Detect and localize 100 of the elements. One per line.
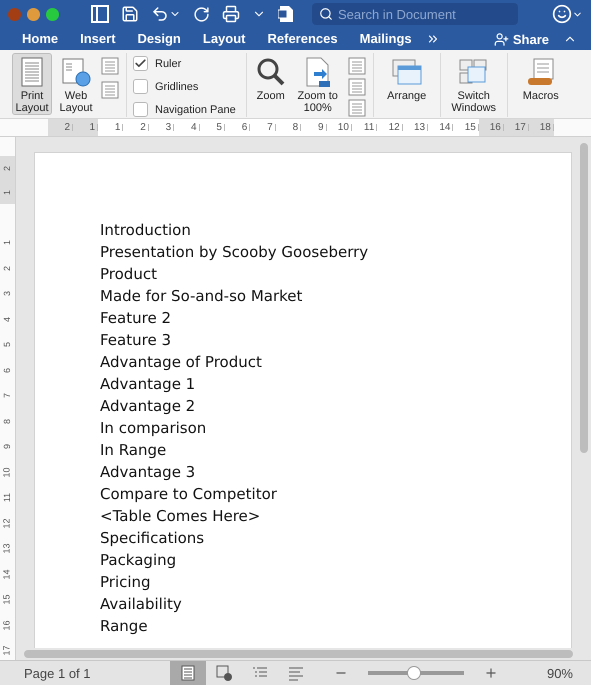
document-line: Availability — [100, 594, 183, 615]
ruler-number: 14 — [1, 568, 13, 582]
view-button[interactable]: Print Layout — [12, 53, 52, 115]
ribbon-tab[interactable]: Home — [14, 28, 66, 50]
ruler-number: 9 — [1, 443, 13, 452]
smiley-icon[interactable] — [552, 4, 572, 24]
share-button[interactable]: Share — [494, 32, 549, 46]
ribbon-tab[interactable]: Insert — [72, 28, 124, 50]
ruler-number: 5 — [200, 124, 225, 131]
checkbox-label[interactable]: Ruler — [133, 55, 236, 72]
ribbon-tab[interactable]: Mailings — [352, 28, 420, 50]
view-button[interactable]: Web Layout — [56, 53, 96, 115]
view-button[interactable] — [170, 661, 206, 685]
ruler-number: 4 — [1, 316, 13, 324]
document-line: Introduction — [100, 220, 192, 241]
document-line: Presentation by Scooby Gooseberry — [100, 242, 370, 263]
ruler-number: 3 — [1, 290, 13, 298]
ruler-number: 16 — [478, 124, 504, 131]
ruler-number: 17 — [1, 644, 13, 658]
ruler-number: 1 — [1, 239, 13, 248]
document-line: Pricing — [100, 572, 152, 593]
ruler-number: 11 — [352, 124, 378, 131]
save-icon[interactable] — [121, 5, 139, 23]
web-page-icon — [216, 665, 232, 681]
ribbon-button[interactable]: Switch Windows — [446, 53, 501, 115]
page-width-icon[interactable] — [346, 99, 367, 117]
document-line: Feature 3 — [100, 330, 172, 351]
document-line: Advantage 3 — [100, 462, 196, 483]
ruler-number: 10 — [326, 124, 352, 131]
ruler-number: 15 — [1, 594, 13, 607]
ruler-number: 18 — [528, 124, 554, 131]
document-icon[interactable] — [278, 5, 294, 23]
ruler-number: 1 — [98, 124, 124, 131]
ruler-number: 9 — [301, 124, 327, 131]
ruler-number: 16 — [1, 619, 13, 632]
checkbox[interactable] — [133, 102, 148, 117]
checkbox[interactable] — [133, 79, 148, 94]
document-line: Advantage 2 — [100, 396, 196, 417]
document-line: Specifications — [100, 528, 206, 549]
redo-icon[interactable] — [193, 6, 210, 22]
zoom-percent: 90% — [546, 666, 573, 680]
ruler-number: 1 — [1, 188, 13, 196]
document-line: Product — [100, 264, 158, 285]
ribbon-tab[interactable]: Layout — [194, 28, 254, 50]
document-line: Made for So-and-so Market — [100, 286, 304, 307]
ruler-number: 13 — [402, 124, 428, 131]
document-line: In comparison — [100, 418, 208, 439]
document-line: <Table Comes Here> — [100, 506, 262, 527]
sidebar-icon[interactable] — [91, 5, 109, 23]
document-line: Packaging — [100, 550, 178, 571]
ruler-number: 6 — [1, 366, 13, 375]
ruler-number: 6 — [224, 124, 250, 131]
ruler-number: 14 — [428, 124, 454, 131]
print-icon[interactable] — [222, 5, 240, 23]
zoom-button[interactable]: Zoom to 100% — [292, 53, 343, 115]
undo-icon[interactable] — [151, 5, 169, 23]
ribbon-button[interactable]: Arrange — [380, 53, 434, 103]
web-page-icon — [60, 56, 92, 88]
multiple-pages-icon[interactable] — [346, 78, 367, 96]
ruler-number: 2 — [1, 164, 13, 172]
zoom-button[interactable]: Zoom — [252, 53, 289, 103]
outline-icon[interactable] — [100, 57, 120, 75]
window-control[interactable] — [27, 8, 40, 20]
search-icon — [319, 7, 333, 21]
ruler-number: 2 — [123, 124, 149, 131]
ruler-number: 10 — [1, 466, 13, 480]
ruler-number: 13 — [1, 542, 13, 556]
ruler-number: 7 — [1, 392, 13, 400]
document-line: Advantage 1 — [100, 374, 196, 395]
magnifier-icon — [254, 56, 287, 88]
add-person-icon — [494, 32, 509, 46]
ruler-number: 8 — [1, 418, 13, 426]
ruler-number: 17 — [504, 124, 529, 131]
ribbon-tab[interactable]: References — [260, 28, 346, 50]
draft-icon[interactable] — [100, 81, 120, 99]
text-lines-icon — [288, 665, 304, 681]
ruler-number: 12 — [1, 517, 13, 530]
scrollbar[interactable] — [24, 650, 573, 658]
ruler-number: 3 — [148, 124, 174, 131]
page-count: Page 1 of 1 — [23, 666, 92, 680]
scrollbar[interactable] — [580, 143, 588, 453]
ribbon-tab[interactable]: Design — [130, 28, 189, 50]
checkbox[interactable] — [133, 56, 148, 71]
slider-thumb[interactable] — [407, 666, 422, 680]
window-control[interactable] — [46, 8, 59, 20]
document-line: Range — [100, 616, 149, 637]
ruler-number: 7 — [250, 124, 276, 131]
search-field[interactable]: Search in Document — [312, 3, 518, 25]
checkbox-label[interactable]: Navigation Pane — [133, 101, 236, 118]
document-line: In Range — [100, 440, 168, 461]
document-line: Advantage of Product — [100, 352, 263, 373]
ruler-number: 2 — [48, 124, 73, 131]
document-line: Feature 2 — [100, 308, 172, 329]
ruler-number: 4 — [174, 124, 200, 131]
one-page-icon[interactable] — [346, 57, 367, 75]
zoom-in-icon[interactable] — [484, 666, 498, 680]
checkbox-label[interactable]: Gridlines — [133, 78, 236, 95]
ruler-number: 5 — [1, 341, 13, 350]
document-line: Compare to Competitor — [100, 484, 278, 505]
ribbon-button[interactable]: Macros — [514, 53, 568, 103]
